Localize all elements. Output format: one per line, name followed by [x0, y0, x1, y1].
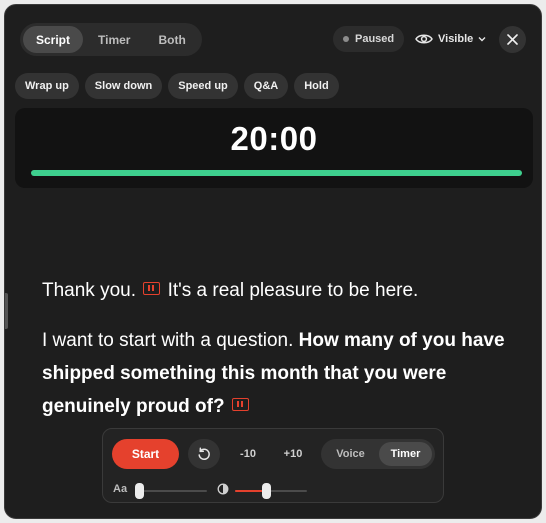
font-size-slider[interactable] [135, 483, 207, 499]
contrast-slider[interactable] [235, 483, 307, 499]
status-label: Paused [355, 33, 395, 45]
mode-tabs: Script Timer Both [20, 23, 202, 56]
contrast-icon [217, 483, 229, 495]
script-paragraph-2: I want to start with a question. How man… [42, 324, 512, 423]
visibility-dropdown[interactable]: Visible [415, 26, 486, 52]
pause-marker-icon [231, 398, 249, 412]
status-dot [343, 36, 349, 42]
start-button[interactable]: Start [112, 439, 179, 469]
eye-icon [415, 34, 433, 44]
script-text: It's a real pleasure to be here. [167, 280, 419, 301]
chip-speed-up[interactable]: Speed up [168, 73, 238, 99]
tab-timer[interactable]: Timer [85, 26, 143, 53]
skip-back-button[interactable]: -10 [230, 439, 266, 469]
script-text: Thank you. [42, 280, 136, 301]
font-size-label: Aa [113, 483, 128, 495]
skip-forward-button[interactable]: +10 [275, 439, 311, 469]
close-button[interactable] [499, 26, 526, 53]
script-text: I want to start with a question. [42, 330, 294, 351]
timer-progress-fill [31, 170, 522, 176]
pause-marker-icon [143, 282, 161, 296]
resize-handle[interactable] [5, 293, 8, 329]
tab-script[interactable]: Script [23, 26, 84, 53]
script-paragraph-1: Thank you. It's a real pleasure to be he… [42, 274, 512, 307]
chevron-down-icon [478, 37, 486, 42]
visibility-label: Visible [438, 33, 474, 45]
timer-progress-track [31, 170, 522, 176]
output-mode-toggle: Voice Timer [321, 439, 435, 469]
control-panel: Start -10 +10 Voice Timer Aa [102, 428, 444, 503]
close-icon [507, 34, 518, 45]
contrast-slider-thumb[interactable] [261, 483, 271, 499]
quick-actions: Wrap up Slow down Speed up Q&A Hold [15, 73, 339, 99]
chip-hold[interactable]: Hold [294, 73, 339, 99]
chip-slow-down[interactable]: Slow down [84, 73, 163, 99]
font-size-slider-thumb[interactable] [135, 483, 144, 499]
reset-icon [198, 447, 210, 461]
output-voice[interactable]: Voice [324, 442, 377, 466]
reset-button[interactable] [188, 439, 220, 469]
timer-display: 20:00 [230, 120, 318, 157]
chip-wrap-up[interactable]: Wrap up [15, 73, 79, 99]
status-badge: Paused [333, 26, 404, 52]
timer-card: 20:00 [15, 108, 533, 188]
tab-both[interactable]: Both [145, 26, 198, 53]
output-timer[interactable]: Timer [379, 442, 432, 466]
teleprompter-window: Script Timer Both Paused Visible Wrap up… [4, 4, 542, 519]
chip-qa[interactable]: Q&A [243, 73, 289, 99]
